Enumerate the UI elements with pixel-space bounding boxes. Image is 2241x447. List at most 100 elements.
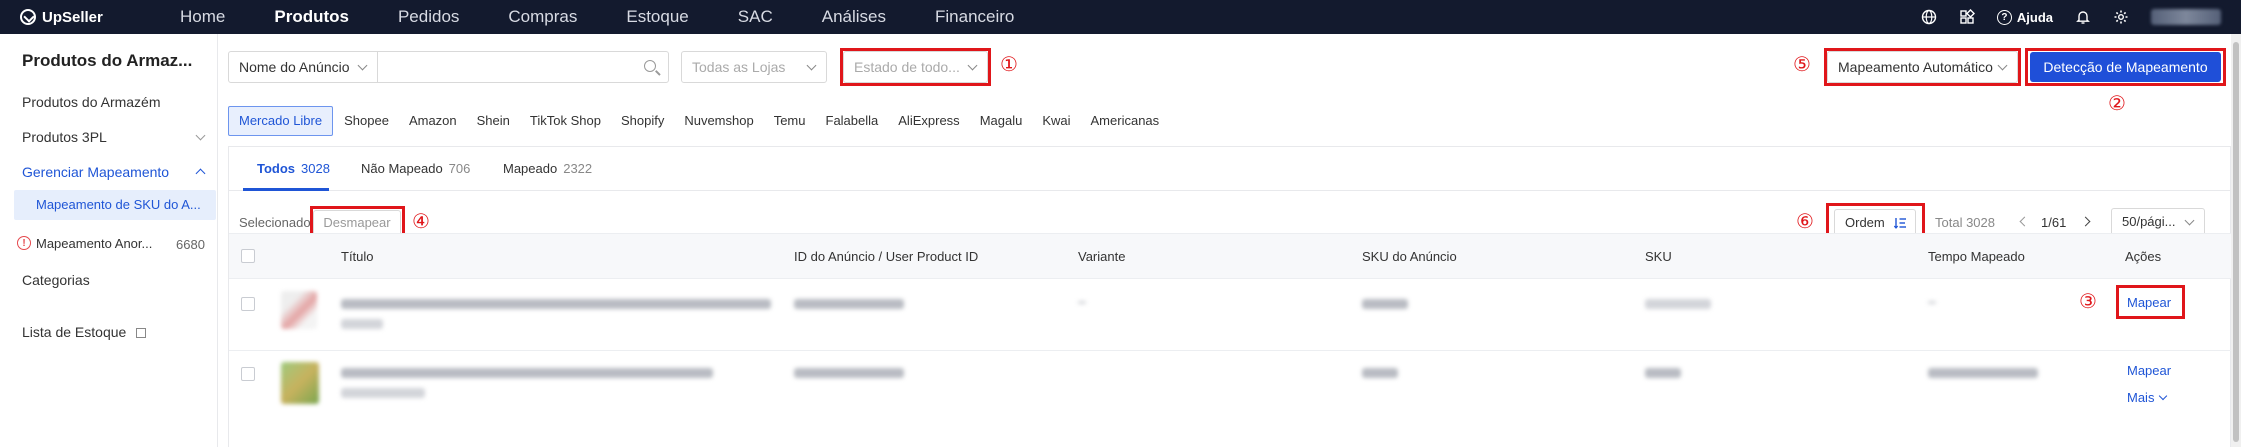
platform-temu[interactable]: Temu — [765, 106, 815, 136]
platform-mercado-libre[interactable]: Mercado Libre — [228, 106, 334, 136]
tab-mapeado[interactable]: Mapeado 2322 — [503, 161, 592, 176]
lista-label: Lista de Estoque — [22, 324, 127, 340]
warning-icon: ! — [17, 236, 31, 250]
variant-empty — [1078, 301, 1086, 304]
anomalo-count: 6680 — [176, 237, 205, 252]
tab-label: Não Mapeado — [361, 161, 443, 176]
nav-produtos[interactable]: Produtos — [274, 7, 349, 27]
tab-todos[interactable]: Todos 3028 — [257, 161, 330, 176]
annotation-number-1: ① — [1000, 52, 1018, 76]
chevron-up-icon[interactable] — [195, 168, 206, 179]
nav-pedidos[interactable]: Pedidos — [398, 7, 459, 27]
mapped-time-empty — [1928, 301, 1936, 304]
main-nav: Home Produtos Pedidos Compras Estoque SA… — [180, 7, 1063, 27]
platform-falabella[interactable]: Falabella — [817, 106, 888, 136]
tab-label: Todos — [257, 161, 296, 176]
page-size-select[interactable]: 50/pági... — [2111, 208, 2205, 236]
apps-icon[interactable] — [1959, 9, 1975, 25]
platform-amazon[interactable]: Amazon — [400, 106, 466, 136]
listing-card: Todos 3028 Não Mapeado 706 Mapeado 2322 Sel… — [228, 146, 2232, 447]
listing-id-redacted — [794, 299, 904, 309]
sku-redacted — [1645, 299, 1711, 309]
search-input[interactable] — [377, 51, 669, 83]
prev-page-icon[interactable] — [2019, 216, 2030, 227]
help-link[interactable]: ? Ajuda — [1996, 9, 2053, 25]
sidebar-item-anomalo[interactable]: Mapeamento Anor... — [36, 236, 152, 251]
help-icon: ? — [1996, 9, 2012, 25]
col-acoes: Ações — [2125, 249, 2162, 264]
product-subtitle-redacted — [341, 319, 383, 329]
col-variante: Variante — [1078, 249, 1126, 264]
nav-estoque[interactable]: Estoque — [626, 7, 688, 27]
status-tabs: Todos 3028 Não Mapeado 706 Mapeado 2322 — [229, 147, 2232, 191]
platform-nuvemshop[interactable]: Nuvemshop — [675, 106, 762, 136]
scrollbar-thumb[interactable] — [2233, 42, 2239, 442]
tab-count: 706 — [448, 161, 471, 176]
main-content: Nome do Anúncio Todas as Lojas Estado de… — [218, 34, 2241, 447]
page-scrollbar[interactable] — [2231, 34, 2241, 447]
top-right-tools: ? Ajuda — [1921, 0, 2221, 34]
table-row: Mapear ③ — [229, 279, 2232, 351]
nav-analises[interactable]: Análises — [822, 7, 886, 27]
platform-americanas[interactable]: Americanas — [1082, 106, 1169, 136]
platform-kwai[interactable]: Kwai — [1033, 106, 1079, 136]
table-row: Mapear Mais — [229, 351, 2232, 447]
nav-financeiro[interactable]: Financeiro — [935, 7, 1014, 27]
search-icon[interactable] — [644, 60, 656, 72]
sidebar-item-sku-mapping[interactable]: Mapeamento de SKU do A... — [14, 190, 216, 220]
tab-count: 2322 — [563, 161, 593, 176]
brand-name: UpSeller — [42, 8, 103, 26]
annotation-box-2 — [2025, 48, 2226, 86]
product-title-redacted — [341, 368, 713, 378]
top-navbar: UpSeller Home Produtos Pedidos Compras E… — [0, 0, 2241, 34]
search-type-value: Nome do Anúncio — [239, 59, 350, 75]
search-type-select[interactable]: Nome do Anúncio — [228, 51, 378, 83]
globe-icon[interactable] — [1921, 9, 1937, 25]
annotation-number-4: ④ — [412, 209, 430, 233]
platform-magalu[interactable]: Magalu — [971, 106, 1032, 136]
platform-shein[interactable]: Shein — [468, 106, 519, 136]
platform-aliexpress[interactable]: AliExpress — [889, 106, 968, 136]
sidebar-item-armazem[interactable]: Produtos do Armazém — [22, 94, 161, 110]
sidebar-title: Produtos do Armaz... — [22, 51, 193, 70]
nav-sac[interactable]: SAC — [738, 7, 773, 27]
listing-id-redacted — [794, 368, 904, 378]
store-select[interactable]: Todas as Lojas — [681, 51, 827, 83]
help-label: Ajuda — [2016, 9, 2053, 25]
sidebar-item-lista-estoque[interactable]: Lista de Estoque — [22, 324, 147, 340]
col-titulo: Título — [341, 249, 374, 264]
platform-tiktok-shop[interactable]: TikTok Shop — [521, 106, 610, 136]
row-checkbox[interactable] — [241, 367, 255, 381]
product-title-redacted — [341, 299, 771, 309]
total-count: Total 3028 — [1935, 215, 1995, 230]
chevron-down-icon — [2184, 215, 2195, 226]
platform-shopee[interactable]: Shopee — [335, 106, 398, 136]
listing-sku-redacted — [1362, 299, 1408, 309]
nav-home[interactable]: Home — [180, 7, 225, 27]
user-account[interactable] — [2151, 9, 2221, 25]
next-page-icon[interactable] — [2080, 216, 2091, 227]
row-checkbox[interactable] — [241, 297, 255, 311]
select-all-checkbox[interactable] — [241, 249, 255, 263]
col-sku-anuncio: SKU do Anúncio — [1362, 249, 1457, 264]
chevron-down-icon — [2159, 391, 2168, 401]
page-size-value: 50/pági... — [2122, 214, 2176, 229]
platform-shopify[interactable]: Shopify — [612, 106, 673, 136]
map-button[interactable]: Mapear — [2127, 363, 2171, 378]
product-thumbnail — [281, 291, 317, 329]
sidebar-item-3pl[interactable]: Produtos 3PL — [22, 129, 107, 145]
sidebar-item-gerenciar[interactable]: Gerenciar Mapeamento — [22, 164, 169, 180]
chevron-down-icon[interactable] — [195, 130, 206, 141]
listing-sku-redacted — [1362, 368, 1398, 378]
chevron-down-icon — [357, 60, 368, 71]
sidebar-item-categorias[interactable]: Categorias — [22, 272, 90, 288]
col-sku: SKU — [1645, 249, 1672, 264]
chevron-down-icon — [806, 60, 817, 71]
upseller-logo[interactable]: UpSeller — [20, 9, 180, 26]
gear-icon[interactable] — [2113, 9, 2129, 25]
product-subtitle-redacted — [341, 388, 425, 398]
tab-nao-mapeado[interactable]: Não Mapeado 706 — [361, 161, 470, 176]
bell-icon[interactable] — [2075, 9, 2091, 25]
nav-compras[interactable]: Compras — [508, 7, 577, 27]
more-button[interactable]: Mais — [2127, 390, 2168, 405]
